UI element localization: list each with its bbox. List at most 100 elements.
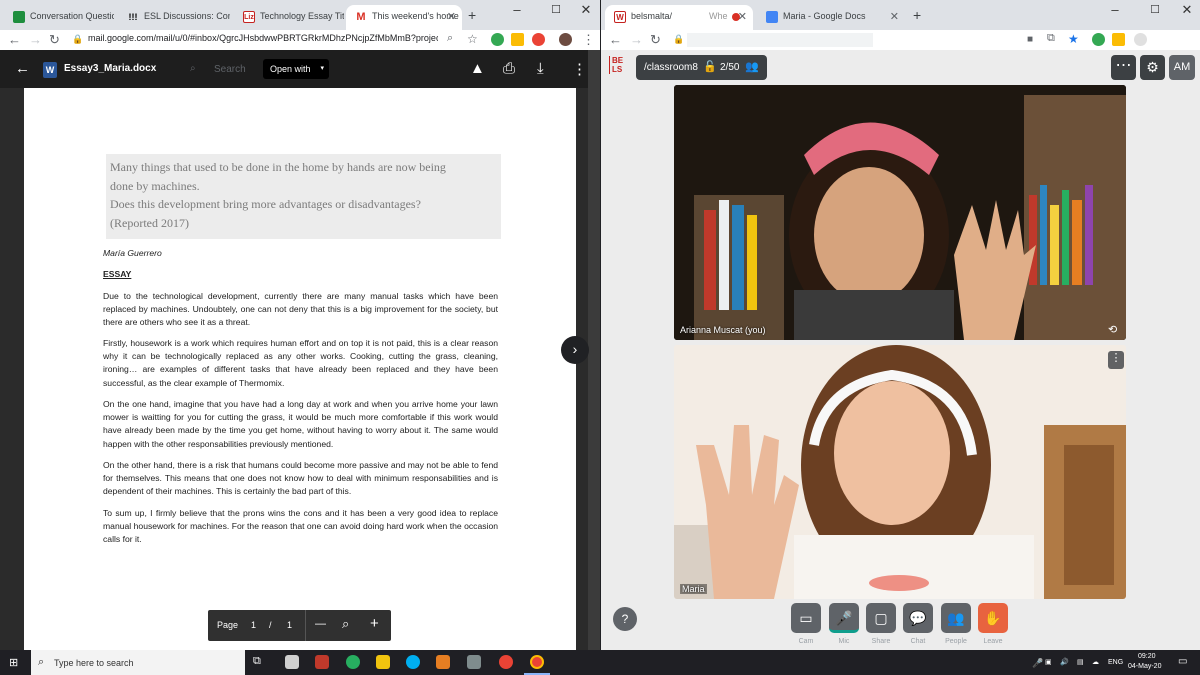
prompt-line: (Reported 2017) <box>110 215 189 230</box>
tab-google-docs[interactable]: Maria - Google Docs ✕ <box>757 5 905 30</box>
chrome-active-icon[interactable] <box>530 655 544 669</box>
print-icon[interactable]: ⎙ <box>503 60 515 77</box>
tab-gmail[interactable]: M This weekend's home ✕ <box>346 5 462 30</box>
back-icon[interactable]: ← <box>609 32 622 47</box>
share-button[interactable]: ▢ <box>866 603 896 633</box>
mic-tray-icon[interactable]: 🎤 <box>1032 658 1043 669</box>
url-text[interactable]: mail.google.com/mail/u/0/#inbox/QgrcJHsb… <box>88 33 438 43</box>
extension-grey-icon[interactable] <box>1134 33 1147 46</box>
extension-green-icon[interactable] <box>491 33 504 46</box>
chat-button[interactable]: 💬 <box>903 603 933 633</box>
torrent-icon[interactable] <box>346 655 360 669</box>
page-current[interactable]: 1 <box>251 620 256 630</box>
document-filename: Essay3_Maria.docx <box>64 63 157 74</box>
open-external-icon[interactable]: ⧉ <box>1047 32 1055 45</box>
tab-conversation[interactable]: Conversation Questio <box>4 5 114 30</box>
windows-start-icon[interactable]: ⊞ <box>9 656 18 669</box>
skype-icon[interactable] <box>406 655 420 669</box>
settings-gear-icon[interactable]: ⚙ <box>1140 55 1165 80</box>
chrome-icon[interactable] <box>499 655 513 669</box>
open-with-button[interactable]: Open with ▾ <box>263 59 329 79</box>
rotate-camera-icon[interactable]: ⟲ <box>1108 323 1117 336</box>
camera-indicator-icon[interactable]: ■ <box>1027 34 1033 45</box>
more-options-icon[interactable]: ⋮ <box>572 60 587 78</box>
essay-author: María Guerrero <box>103 248 162 258</box>
participant-name: Arianna Muscat (you) <box>680 325 766 335</box>
avatar[interactable]: AM <box>1169 55 1195 80</box>
close-tab-icon[interactable]: ✕ <box>890 10 899 23</box>
taskbar-search[interactable]: ⌕ Type here to search <box>31 650 245 675</box>
back-icon[interactable]: ← <box>8 32 21 47</box>
menu-dots-icon[interactable]: ⋮ <box>582 32 595 48</box>
shield-app-icon[interactable] <box>315 655 329 669</box>
zoom-icon[interactable]: ⌕ <box>447 32 453 45</box>
forward-icon[interactable]: → <box>630 32 643 47</box>
tray-app-icon[interactable]: ▣ <box>1045 658 1052 666</box>
back-arrow-icon[interactable]: ← <box>15 60 30 77</box>
forward-icon[interactable]: → <box>29 32 42 47</box>
new-tab-icon[interactable]: + <box>913 7 921 23</box>
profile-avatar[interactable] <box>559 33 572 46</box>
close-window-icon[interactable]: ✕ <box>1167 0 1200 20</box>
network-icon[interactable]: ▤ <box>1077 658 1084 666</box>
help-button[interactable]: ? <box>613 607 637 631</box>
app-icon[interactable] <box>467 655 481 669</box>
minimize-icon[interactable]: – <box>497 0 537 20</box>
extension-green-icon[interactable] <box>1092 33 1105 46</box>
video-tile-maria[interactable]: Maria ⋮ <box>674 345 1126 599</box>
tab-esl-discussions[interactable]: !!! ESL Discussions: Conv <box>118 5 231 30</box>
reload-icon[interactable]: ↻ <box>650 32 661 48</box>
extension-yellow-icon[interactable] <box>511 33 524 46</box>
leave-button[interactable]: ✋ <box>978 603 1008 633</box>
star-filled-icon[interactable]: ★ <box>1068 32 1079 46</box>
prompt-line: done by machines. <box>110 178 200 193</box>
new-tab-icon[interactable]: + <box>468 7 476 23</box>
url-field[interactable] <box>687 33 873 47</box>
clock-date[interactable]: 04-May-20 <box>1128 663 1161 670</box>
reload-icon[interactable]: ↻ <box>49 32 60 48</box>
left-browser-window: Conversation Questio !!! ESL Discussions… <box>0 0 600 650</box>
cam-button[interactable]: ▭ <box>791 603 821 633</box>
star-icon[interactable]: ☆ <box>467 32 478 46</box>
close-tab-icon[interactable]: ✕ <box>738 10 747 23</box>
essay-paragraph: Firstly, housework is a work which requi… <box>103 338 498 388</box>
minimize-icon[interactable]: – <box>1095 0 1135 20</box>
drive-add-icon[interactable]: ▲ <box>470 60 485 77</box>
green-square-icon <box>13 11 25 23</box>
extension-red-icon[interactable] <box>532 33 545 46</box>
share-label: Share <box>871 638 891 645</box>
zoom-in-icon[interactable]: + <box>370 615 379 632</box>
tab-belsmalta[interactable]: W belsmalta/ Whe ✕ <box>605 5 753 30</box>
close-tab-icon[interactable]: ✕ <box>447 10 456 23</box>
task-view-icon[interactable]: ⧉ <box>253 655 267 669</box>
volume-icon[interactable]: 🔊 <box>1060 658 1069 666</box>
clock-time[interactable]: 09:20 <box>1138 653 1156 660</box>
people-button[interactable]: 👥 <box>941 603 971 633</box>
more-menu-button[interactable]: ⋯ <box>1111 55 1136 80</box>
screen-share-icon: ▢ <box>874 610 888 626</box>
zoom-icon[interactable]: ⌕ <box>342 616 349 632</box>
essay-paragraph: On the other hand, there is a risk that … <box>103 460 498 497</box>
tile-menu-icon[interactable]: ⋮ <box>1108 351 1124 369</box>
page-label: Page <box>217 620 239 630</box>
mic-button[interactable]: 🎤 <box>829 603 859 633</box>
onedrive-icon[interactable]: ☁ <box>1092 658 1099 666</box>
zoom-out-icon[interactable]: — <box>315 618 326 630</box>
notifications-icon[interactable]: ▭ <box>1178 656 1187 667</box>
file-explorer-icon[interactable] <box>376 655 390 669</box>
calculator-icon[interactable] <box>285 655 299 669</box>
right-browser-window: W belsmalta/ Whe ✕ Maria - Google Docs ✕… <box>601 0 1200 650</box>
close-window-icon[interactable]: ✕ <box>566 0 600 20</box>
essay-paragraph: To sum up, I firmly believe that the pro… <box>103 508 498 545</box>
extension-yellow-icon[interactable] <box>1112 33 1125 46</box>
scrollbar[interactable] <box>588 50 600 650</box>
liz-icon: Liz <box>243 11 255 23</box>
room-info[interactable]: /classroom8 🔓 2/50 👥 <box>636 55 767 80</box>
video-tile-self[interactable]: Arianna Muscat (you) ⟲ <box>674 85 1126 340</box>
download-icon[interactable]: ⤓ <box>537 60 544 77</box>
next-page-button[interactable]: › <box>561 336 589 364</box>
tab-technology-essay[interactable]: Liz Technology Essay Title <box>234 5 344 30</box>
language-indicator[interactable]: ENG <box>1108 659 1123 666</box>
vlc-icon[interactable] <box>436 655 450 669</box>
word-doc-icon: W <box>43 62 57 78</box>
